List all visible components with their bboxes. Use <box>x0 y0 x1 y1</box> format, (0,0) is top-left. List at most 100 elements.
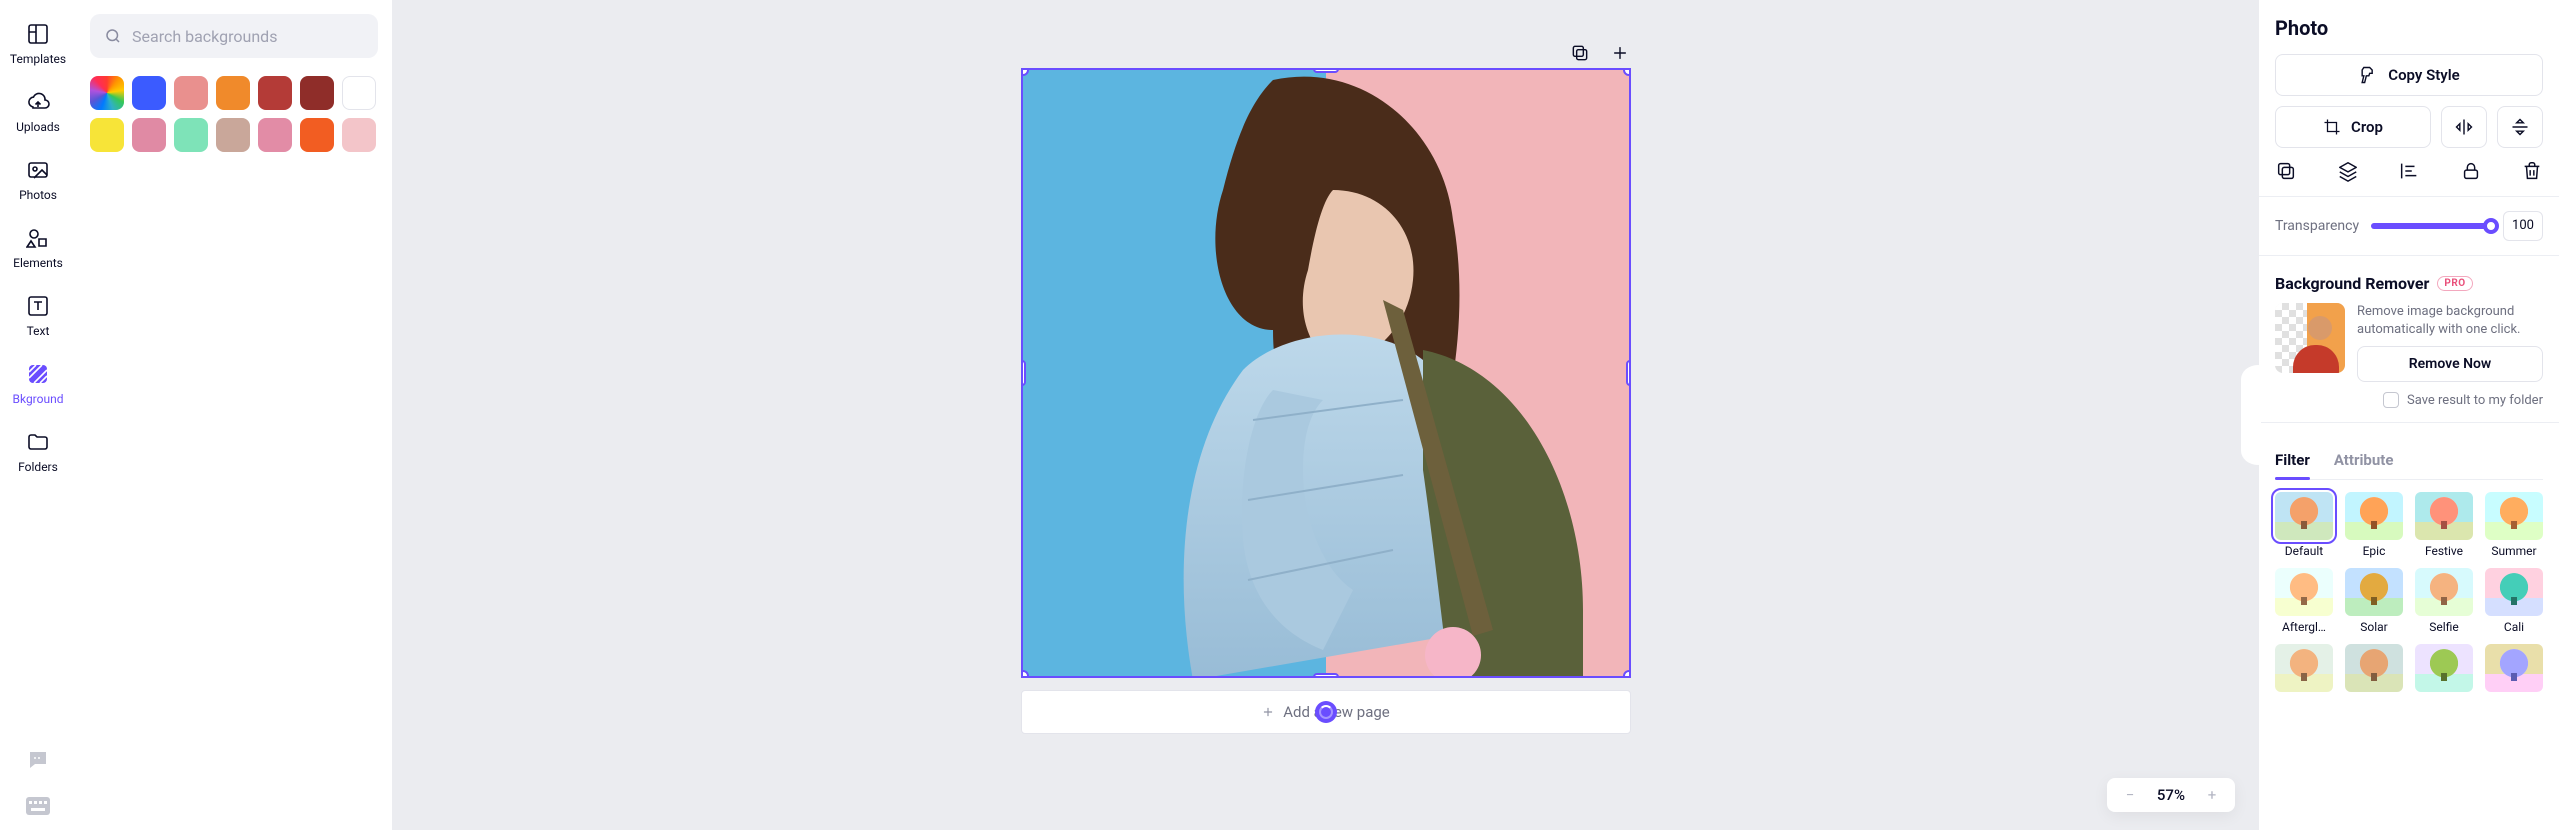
page-actions <box>1021 38 1631 68</box>
templates-icon <box>24 20 52 48</box>
trash-icon[interactable] <box>2521 160 2543 182</box>
nav-label: Folders <box>18 460 58 474</box>
filter-option[interactable]: Summer <box>2485 492 2543 558</box>
filter-label: Summer <box>2491 544 2536 558</box>
nav-elements[interactable]: Elements <box>0 214 76 282</box>
filter-label: Aftergl… <box>2282 620 2326 634</box>
add-new-page-button[interactable]: Add a new page <box>1021 690 1631 734</box>
color-swatch[interactable] <box>216 76 250 110</box>
panel-title: Photo <box>2275 16 2543 40</box>
filter-option[interactable]: Selfie <box>2415 568 2473 634</box>
nav-bottom <box>0 746 76 820</box>
bg-remover-thumb <box>2275 303 2345 373</box>
color-swatch[interactable] <box>258 76 292 110</box>
properties-panel: Photo Copy Style Crop Transparency <box>2259 0 2559 830</box>
transparency-slider[interactable] <box>2371 223 2491 229</box>
color-swatch[interactable] <box>132 76 166 110</box>
uploads-icon <box>24 88 52 116</box>
filter-option[interactable]: Festive <box>2415 492 2473 558</box>
resize-edge[interactable] <box>1626 360 1631 386</box>
copy-style-button[interactable]: Copy Style <box>2275 54 2543 96</box>
background-icon <box>24 360 52 388</box>
flip-vertical-button[interactable] <box>2497 106 2543 148</box>
save-result-row[interactable]: Save result to my folder <box>2275 392 2543 408</box>
filter-label: Cali <box>2504 620 2524 634</box>
chat-icon[interactable] <box>24 746 52 774</box>
elements-icon <box>24 224 52 252</box>
bg-remover-title: Background Remover <box>2275 274 2429 293</box>
filter-option[interactable]: Aftergl… <box>2275 568 2333 634</box>
color-swatch[interactable] <box>258 118 292 152</box>
align-icon[interactable] <box>2398 160 2420 182</box>
color-swatch[interactable] <box>90 118 124 152</box>
filter-option[interactable] <box>2345 644 2403 696</box>
flip-horizontal-icon <box>2454 117 2474 137</box>
folders-icon <box>24 428 52 456</box>
nav-label: Text <box>27 324 50 338</box>
remove-now-button[interactable]: Remove Now <box>2357 346 2543 382</box>
filter-tabs: Filter Attribute <box>2275 443 2543 480</box>
add-page-icon[interactable] <box>1609 42 1631 64</box>
color-swatch[interactable] <box>342 76 376 110</box>
filter-option[interactable] <box>2415 644 2473 696</box>
flip-horizontal-button[interactable] <box>2441 106 2487 148</box>
search-icon <box>104 27 122 45</box>
object-toolbar <box>2275 160 2543 182</box>
filter-grid: Default Epic Festive Summer Aftergl… Solar Sel… <box>2275 492 2543 696</box>
search-backgrounds[interactable] <box>90 14 378 58</box>
color-swatch[interactable] <box>132 118 166 152</box>
search-input[interactable] <box>132 27 364 46</box>
nav-text[interactable]: Text <box>0 282 76 350</box>
loading-spinner-icon <box>1315 701 1337 723</box>
zoom-in-button[interactable]: + <box>2203 786 2221 804</box>
canvas-stage[interactable] <box>1021 68 1631 678</box>
nav-templates[interactable]: Templates <box>0 10 76 78</box>
tab-filter[interactable]: Filter <box>2275 443 2310 479</box>
canvas-area[interactable]: Add a new page − 57% + <box>392 0 2259 830</box>
copy-style-label: Copy Style <box>2388 66 2459 84</box>
color-swatch[interactable] <box>174 76 208 110</box>
color-swatch[interactable] <box>300 76 334 110</box>
zoom-out-button[interactable]: − <box>2121 786 2139 804</box>
color-swatch[interactable] <box>174 118 208 152</box>
filter-option[interactable]: Cali <box>2485 568 2543 634</box>
layers-icon[interactable] <box>2337 160 2359 182</box>
canvas-image[interactable] <box>1023 70 1629 676</box>
nav-background[interactable]: Bkground <box>0 350 76 418</box>
filter-option[interactable] <box>2485 644 2543 696</box>
filter-option[interactable]: Epic <box>2345 492 2403 558</box>
nav-label: Uploads <box>16 120 60 134</box>
tab-attribute[interactable]: Attribute <box>2334 443 2394 479</box>
duplicate-page-icon[interactable] <box>1569 42 1591 64</box>
filter-label: Festive <box>2425 544 2463 558</box>
transparency-label: Transparency <box>2275 218 2359 234</box>
stage-wrap: Add a new page <box>1021 38 1631 734</box>
filter-label: Default <box>2285 544 2323 558</box>
color-swatch[interactable] <box>90 76 124 110</box>
nav-folders[interactable]: Folders <box>0 418 76 486</box>
nav-label: Photos <box>19 188 57 202</box>
right-panel-collapse-handle[interactable] <box>2241 365 2261 465</box>
filter-option[interactable] <box>2275 644 2333 696</box>
resize-edge[interactable] <box>1021 360 1026 386</box>
color-swatch[interactable] <box>342 118 376 152</box>
zoom-value[interactable]: 57% <box>2157 786 2185 804</box>
resize-edge[interactable] <box>1313 673 1339 678</box>
keyboard-icon[interactable] <box>24 792 52 820</box>
duplicate-icon[interactable] <box>2275 160 2297 182</box>
nav-photos[interactable]: Photos <box>0 146 76 214</box>
filter-option[interactable]: Solar <box>2345 568 2403 634</box>
resize-handle[interactable] <box>1623 670 1631 678</box>
transparency-value[interactable]: 100 <box>2503 211 2543 241</box>
crop-button[interactable]: Crop <box>2275 106 2431 148</box>
color-swatch[interactable] <box>300 118 334 152</box>
lock-icon[interactable] <box>2460 160 2482 182</box>
filter-option[interactable]: Default <box>2275 492 2333 558</box>
nav-uploads[interactable]: Uploads <box>0 78 76 146</box>
nav-label: Bkground <box>13 392 64 406</box>
color-swatches <box>90 76 378 152</box>
filter-label: Solar <box>2360 620 2387 634</box>
resize-edge[interactable] <box>1313 68 1339 73</box>
color-swatch[interactable] <box>216 118 250 152</box>
checkbox-icon[interactable] <box>2383 392 2399 408</box>
